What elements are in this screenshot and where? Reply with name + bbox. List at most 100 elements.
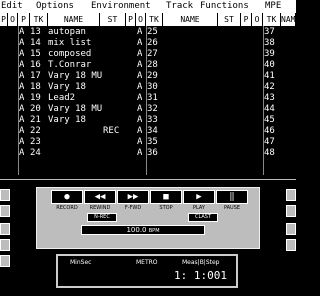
header-name: NAME xyxy=(163,13,218,26)
track-mode-flag[interactable]: A xyxy=(137,49,142,60)
track-mode-flag[interactable]: A xyxy=(137,115,142,126)
track-mode-flag[interactable]: A xyxy=(19,137,24,148)
left-panel-button[interactable] xyxy=(0,205,10,217)
track-name[interactable]: composed xyxy=(48,49,91,60)
f-fwd-label: F-FWD xyxy=(124,205,142,211)
menu-environment[interactable]: Environment xyxy=(91,0,151,13)
f-fwd-button[interactable]: ▶▶ xyxy=(117,190,149,204)
track-number: 24 xyxy=(30,148,41,158)
play-label: PLAY xyxy=(192,205,205,211)
right-panel-button[interactable] xyxy=(286,223,296,235)
track-number: 19 xyxy=(30,93,41,103)
track-number: 14 xyxy=(30,38,41,48)
header-tk: TK xyxy=(30,13,48,26)
track-mode-flag[interactable]: A xyxy=(137,38,142,49)
track-name[interactable]: Vary 18 MU xyxy=(48,104,102,115)
track-number: 31 xyxy=(147,93,158,103)
track-number: 15 xyxy=(30,49,41,59)
header-st: ST xyxy=(218,13,241,26)
right-panel-button[interactable] xyxy=(286,239,296,251)
track-number: 38 xyxy=(264,38,275,48)
track-number: 27 xyxy=(147,49,158,59)
track-mode-flag[interactable]: A xyxy=(137,148,142,159)
header-name: NAME xyxy=(281,13,296,26)
stop-label: STOP xyxy=(159,205,173,211)
left-panel-button[interactable] xyxy=(0,223,10,235)
header-name: NAME xyxy=(48,13,100,26)
left-panel-button[interactable] xyxy=(0,255,10,267)
track-number: 23 xyxy=(30,137,41,147)
n-rec-button[interactable]: N-REC xyxy=(87,213,117,222)
track-number: 20 xyxy=(30,104,41,114)
track-mode-flag[interactable]: A xyxy=(137,93,142,104)
track-name[interactable]: mix list xyxy=(48,38,91,49)
track-number: 45 xyxy=(264,115,275,125)
track-number: 40 xyxy=(264,60,275,70)
header-p: P xyxy=(0,13,8,26)
play-button[interactable]: ▶ xyxy=(183,190,215,204)
track-mode-flag[interactable]: A xyxy=(137,104,142,115)
track-name[interactable]: Lead2 xyxy=(48,93,75,104)
track-number: 46 xyxy=(264,126,275,136)
tempo-display[interactable]: 100.0 BPM xyxy=(81,225,205,235)
track-name[interactable]: T.Conrar xyxy=(48,60,91,71)
pause-button[interactable]: ‖ xyxy=(216,190,248,204)
header-p: P xyxy=(241,13,252,26)
menu-edit[interactable]: Edit xyxy=(1,0,23,13)
counter-metro-label[interactable]: METRO xyxy=(136,259,158,266)
track-mode-flag[interactable]: A xyxy=(137,27,142,38)
menu-mpe[interactable]: MPE xyxy=(265,0,281,13)
track-mode-flag[interactable]: A xyxy=(137,137,142,148)
menu-functions[interactable]: Functions xyxy=(200,0,249,13)
track-mode-flag[interactable]: A xyxy=(137,126,142,137)
header-st: ST xyxy=(100,13,126,26)
track-mode-flag[interactable]: A xyxy=(19,93,24,104)
record-button[interactable]: ● xyxy=(51,190,83,204)
track-mode-flag[interactable]: A xyxy=(137,60,142,71)
stop-button[interactable]: ■ xyxy=(150,190,182,204)
track-name[interactable]: Vary 18 MU xyxy=(48,71,102,82)
track-mode-flag[interactable]: A xyxy=(19,115,24,126)
right-panel-button[interactable] xyxy=(286,205,296,217)
header-p: P xyxy=(126,13,136,26)
menu-bar: Edit Options Environment Track Functions… xyxy=(0,0,296,13)
header-o: O xyxy=(8,13,18,26)
track-mode-flag[interactable]: A xyxy=(19,27,24,38)
menu-options[interactable]: Options xyxy=(36,0,74,13)
track-mode-flag[interactable]: A xyxy=(137,82,142,93)
rewind-button[interactable]: ◀◀ xyxy=(84,190,116,204)
track-number: 28 xyxy=(147,60,158,70)
track-number: 16 xyxy=(30,60,41,70)
track-number: 30 xyxy=(147,82,158,92)
clast-button[interactable]: CLAST xyxy=(188,213,218,222)
track-mode-flag[interactable]: A xyxy=(19,49,24,60)
track-mode-flag[interactable]: A xyxy=(19,148,24,159)
track-mode-flag[interactable]: A xyxy=(137,71,142,82)
track-number: 39 xyxy=(264,49,275,59)
track-number: 22 xyxy=(30,126,41,136)
track-name[interactable]: Vary 18 xyxy=(48,115,86,126)
track-number: 26 xyxy=(147,38,158,48)
track-mode-flag[interactable]: A xyxy=(19,104,24,115)
track-number: 42 xyxy=(264,82,275,92)
header-tk: TK xyxy=(146,13,163,26)
track-name[interactable]: autopan xyxy=(48,27,86,38)
track-number: 48 xyxy=(264,148,275,158)
header-o: O xyxy=(252,13,263,26)
track-number: 29 xyxy=(147,71,158,81)
track-mode-flag[interactable]: A xyxy=(19,126,24,137)
track-mode-flag[interactable]: A xyxy=(19,82,24,93)
track-mode-flag[interactable]: A xyxy=(19,38,24,49)
track-mode-flag[interactable]: A xyxy=(19,71,24,82)
left-panel-button[interactable] xyxy=(0,189,10,201)
track-mode-flag[interactable]: A xyxy=(19,60,24,71)
right-panel-button[interactable] xyxy=(286,189,296,201)
track-number: 36 xyxy=(147,148,158,158)
header-p: P xyxy=(18,13,30,26)
menu-track[interactable]: Track xyxy=(166,0,193,13)
track-status[interactable]: REC xyxy=(103,126,119,137)
track-number: 18 xyxy=(30,82,41,92)
track-number: 32 xyxy=(147,104,158,114)
left-panel-button[interactable] xyxy=(0,239,10,251)
track-name[interactable]: Vary 18 xyxy=(48,82,86,93)
